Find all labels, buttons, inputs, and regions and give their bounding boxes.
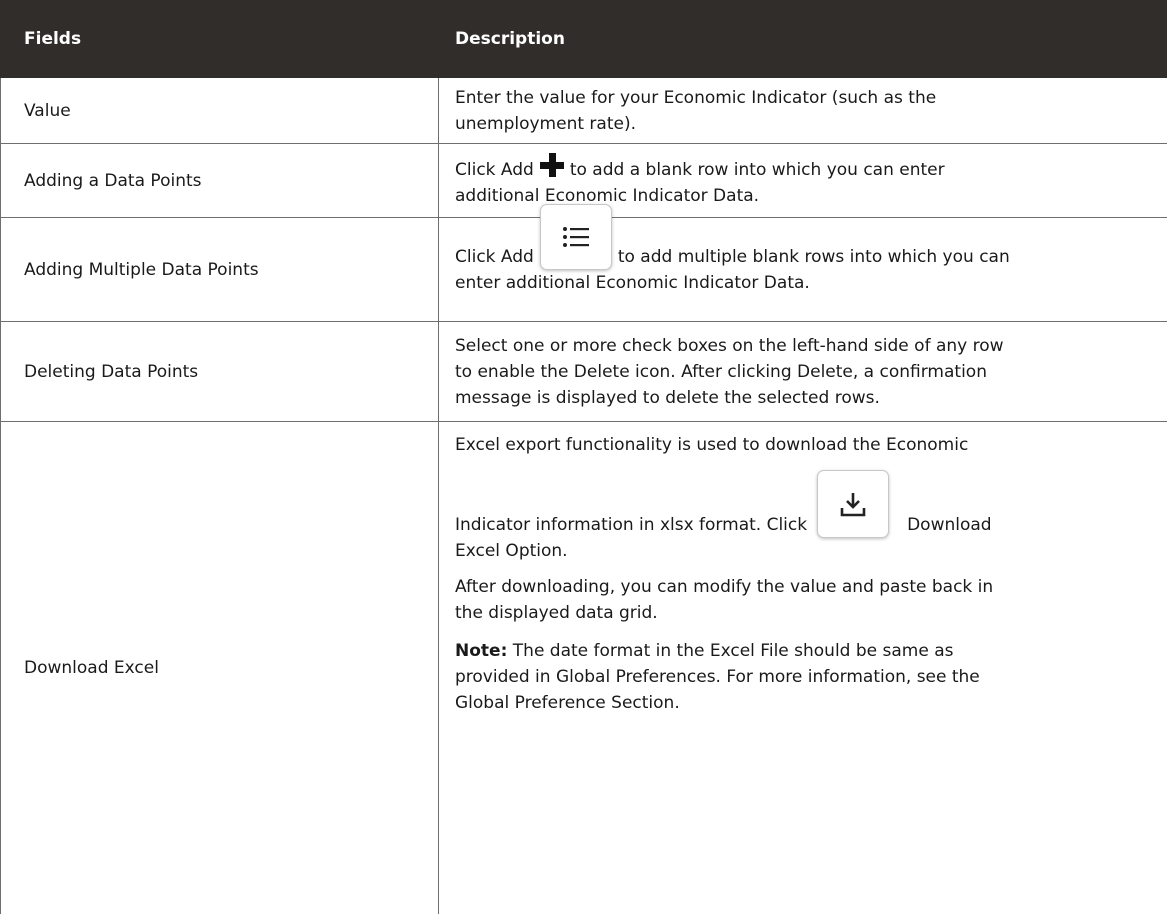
description-line: the displayed data grid. [455,600,1153,626]
field-cell-adding-data-point: Adding a Data Points [1,144,439,218]
list-icon [563,227,589,247]
description-text: Click Add [455,247,534,267]
description-cell-adding-multiple-data-points: Click Add to add multiple blank rows int… [439,218,1167,322]
description-text: to add multiple blank rows into which yo… [618,247,1010,267]
table-header-row: Fields Description [1,1,1167,78]
description-line: provided in Global Preferences. For more… [455,664,1153,690]
description-line: enter additional Economic Indicator Data… [455,270,1153,296]
description-line: Indicator information in xlsx format. Cl… [455,470,1153,538]
note-label: Note: [455,641,507,661]
description-line: After downloading, you can modify the va… [455,574,1153,600]
description-cell-value: Enter the value for your Economic Indica… [439,78,1167,144]
description-text: Download [907,515,992,535]
description-line: Global Preference Section. [455,690,1153,716]
fields-column-header: Fields [1,1,439,78]
description-line: Excel Option. [455,538,1153,564]
fields-description-table: Fields Description Value Enter the value… [0,0,1167,914]
field-cell-deleting-data-points: Deleting Data Points [1,322,439,422]
description-line: Note: The date format in the Excel File … [455,638,1153,664]
description-text: Click Add [455,160,534,180]
description-text: to add a blank row into which you can en… [570,160,945,180]
description-paragraph: After downloading, you can modify the va… [455,574,1153,626]
table-row: Adding Multiple Data Points Click Add to… [1,218,1167,322]
description-column-header: Description [439,1,1167,78]
table-row: Download Excel Excel export functionalit… [1,422,1167,914]
field-cell-value: Value [1,78,439,144]
description-line: Excel export functionality is used to do… [455,432,1153,458]
description-line: to enable the Delete icon. After clickin… [455,359,1153,385]
field-cell-download-excel: Download Excel [1,422,439,914]
description-line: Select one or more check boxes on the le… [455,333,1153,359]
table-row: Deleting Data Points Select one or more … [1,322,1167,422]
note-paragraph: Note: The date format in the Excel File … [455,638,1153,716]
plus-icon [540,153,564,177]
description-line: message is displayed to delete the selec… [455,385,1153,411]
table-row: Value Enter the value for your Economic … [1,78,1167,144]
description-line: Click Add to add a blank row into which y… [455,153,1153,183]
description-text: Indicator information in xlsx format. Cl… [455,515,807,535]
description-line: Click Add to add multiple blank rows int… [455,244,1153,270]
description-cell-deleting-data-points: Select one or more check boxes on the le… [439,322,1167,422]
description-cell-download-excel: Excel export functionality is used to do… [439,422,1167,914]
field-cell-adding-multiple-data-points: Adding Multiple Data Points [1,218,439,322]
description-line: unemployment rate). [455,111,1153,137]
description-line: Enter the value for your Economic Indica… [455,85,1153,111]
add-multiple-rows-button-image [540,204,612,270]
download-icon [840,491,866,517]
download-button-image [817,470,889,538]
description-text: The date format in the Excel File should… [507,641,953,661]
